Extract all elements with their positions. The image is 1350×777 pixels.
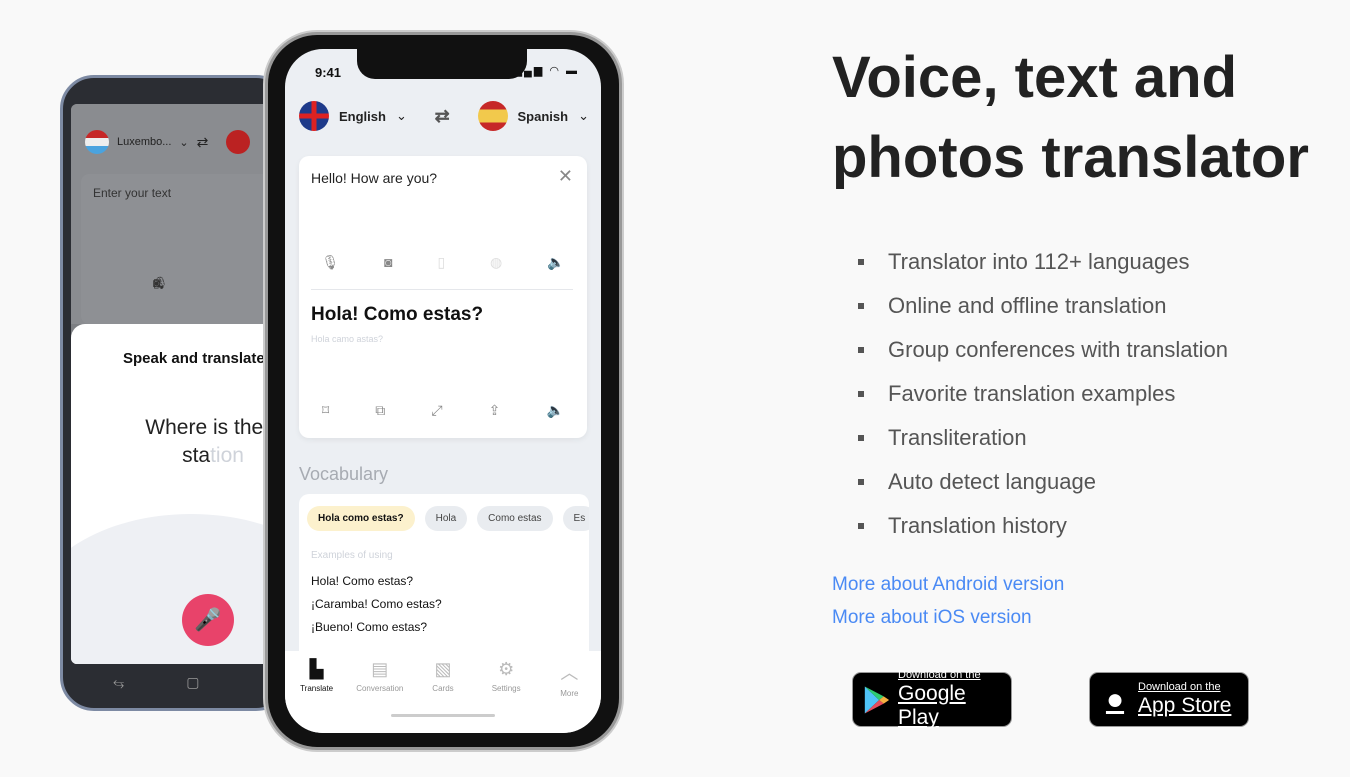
google-play-button[interactable]: Download on the Google Play [852,669,1012,729]
example-item: Hola! Como estas? [311,574,414,588]
spain-flag-icon [477,101,508,131]
feature-item: Online and offline translation [858,284,1228,328]
recent-icon: ⥃ [113,674,125,690]
page-title: Voice, text and photos translator [832,45,1309,190]
iphone-mockup: 9:41 ▂▄▆ ◠ ▬ English ⌄ ⇄ Spanish ⌄ Hello! … [265,32,622,750]
document-icon: ▯ [153,276,160,290]
feature-item: Translator into 112+ languages [858,240,1228,284]
microphone-button: 🎤 [182,594,234,646]
tab-more: ︿ More [541,659,597,733]
example-item: ¡Bueno! Como estas? [311,620,428,634]
luxembourg-flag-icon [85,130,109,154]
globe-icon: ◍ [490,254,503,270]
android-source-lang: Luxembo... [117,136,172,148]
transliteration: Hola camo astas? [311,334,384,344]
status-icons: ▂▄▆ ◠ ▬ [513,65,579,77]
tab-translate: ▙ Translate [300,659,334,693]
chevron-down-icon: ⌄ [179,136,189,149]
examples-label: Examples of using [311,550,393,561]
feature-item: Favorite translation examples [858,372,1228,416]
share-icon: ⇪ [488,402,501,418]
apple-icon: ● [1105,682,1125,716]
feature-item: Group conferences with translation [858,328,1228,372]
feature-item: Auto detect language [858,460,1228,504]
home-icon: ▢ [186,674,200,690]
swap-icon: ⇄ [196,133,209,150]
copy-icon: ⧉ [375,402,386,418]
tab-cards: ▧ Cards [432,659,454,693]
android-version-link[interactable]: More about Android version [832,574,1064,596]
gear-icon: ⚙ [498,659,515,679]
vocab-chip: Es [562,506,589,531]
swap-languages-icon: ⇄ [434,105,450,126]
vocab-chip: Como estas [477,506,553,531]
spain-flag-icon [226,130,251,154]
source-language-select: English ⌄ [299,101,407,131]
bookmark-icon: ⌑ [322,402,330,418]
vocab-chip: Hola [424,506,468,531]
vocab-chip: Hola como estas? [307,506,415,531]
translation-card: Hello! How are you? ✕ 🎙 ◙ ▯ ◍ 🔈 Hola! Como e… [299,156,587,438]
close-icon: ✕ [557,166,573,186]
cards-icon: ▧ [434,659,452,679]
source-text: Hello! How are you? [311,170,438,186]
document-icon: ▯ [437,254,446,270]
speaker-icon: 🔈 [547,254,565,270]
android-phone-mockup: Luxembo... ⌄ ⇄ Enter your text 🎙 ◙ ▯ Speak… [60,75,293,711]
feature-item: Transliteration [858,416,1228,460]
speak-sheet: Speak and translate Where is the b statio… [71,324,293,664]
android-language-bar: Luxembo... ⌄ ⇄ [85,130,251,154]
expand-icon: ⤢ [431,402,443,418]
app-store-button[interactable]: ● Download on the App Store [1089,672,1249,727]
chat-icon: ▤ [371,659,389,679]
translated-text: Hola! Como estas? [311,304,484,325]
chevron-up-icon: ︿ [560,663,579,683]
tab-settings: ⚙ Settings [491,659,521,693]
language-bar: English ⌄ ⇄ Spanish ⌄ [299,101,589,131]
example-item: ¡Caramba! Como estas? [311,597,442,611]
status-time: 9:41 [315,65,342,80]
feature-item: Translation history [858,504,1228,548]
iphone-screen: 9:41 ▂▄▆ ◠ ▬ English ⌄ ⇄ Spanish ⌄ Hello! … [285,49,601,733]
camera-icon: ◙ [384,254,393,270]
uk-flag-icon [299,101,329,131]
feature-list: Translator into 112+ languages Online an… [858,240,1228,548]
sheet-title: Speak and translate [123,350,265,367]
chevron-down-icon: ⌄ [578,108,589,123]
ios-version-link[interactable]: More about iOS version [832,607,1032,629]
android-text-input: Enter your text 🎙 ◙ ▯ [81,174,293,324]
chevron-down-icon: ⌄ [395,108,407,123]
vocabulary-title: Vocabulary [299,464,389,484]
speaker-icon: 🔈 [546,402,564,418]
input-placeholder: Enter your text [93,186,172,200]
android-screen: Luxembo... ⌄ ⇄ Enter your text 🎙 ◙ ▯ Speak… [71,104,293,664]
tab-bar: ▙ Translate ▤ Conversation ▧ Cards ⚙ Setting… [285,651,601,733]
google-play-icon [864,686,890,713]
tab-conversation: ▤ Conversation [356,659,404,693]
translate-icon: ▙ [309,659,324,679]
target-language-select: Spanish ⌄ [477,101,589,131]
home-indicator [391,714,495,717]
microphone-icon: 🎙 [321,254,340,270]
